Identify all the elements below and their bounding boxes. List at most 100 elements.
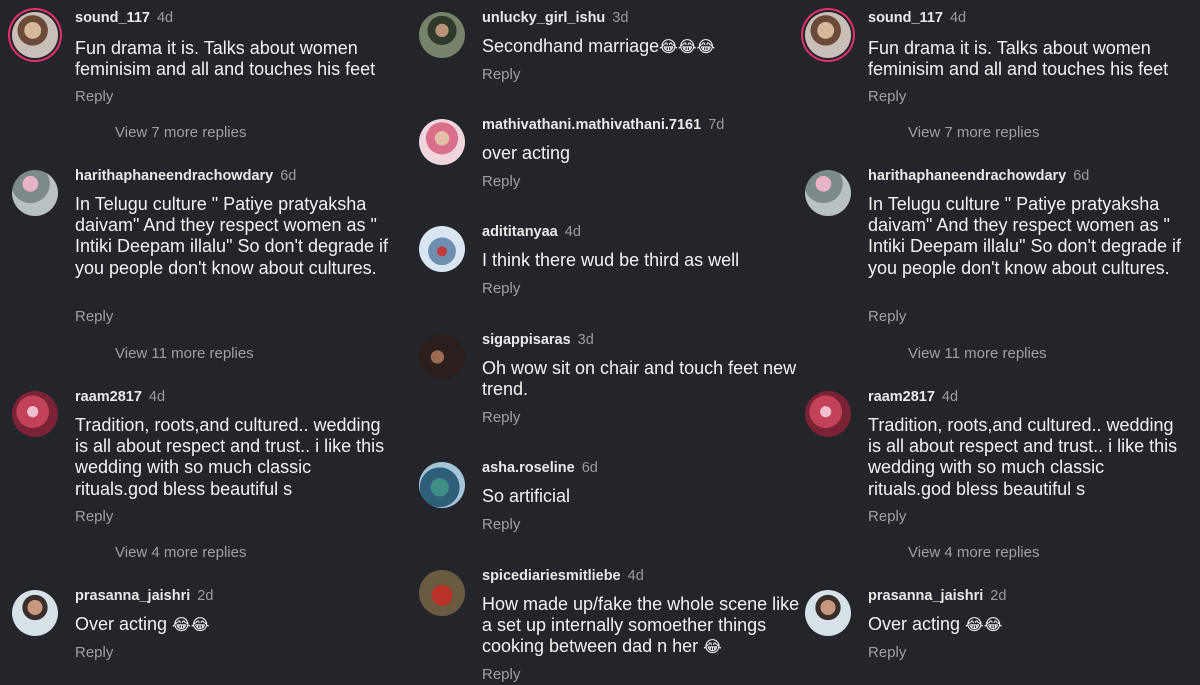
comment-meta: adititanyaa 4d — [482, 224, 581, 240]
username[interactable]: spicediariesmitliebe — [482, 568, 621, 584]
username[interactable]: raam2817 — [75, 389, 142, 405]
comment-text: I think there wud be third as well — [482, 250, 740, 270]
comment-text-body: Over acting — [75, 614, 173, 634]
avatar[interactable] — [419, 570, 465, 616]
comment-text: over acting — [482, 143, 571, 163]
comment-text: Fun drama it is. Talks about women femin… — [75, 38, 376, 80]
reply-button[interactable]: Reply — [868, 308, 906, 325]
username[interactable]: adititanyaa — [482, 224, 558, 240]
view-more-replies[interactable]: View 7 more replies — [115, 124, 246, 141]
username[interactable]: prasanna_jaishri — [75, 588, 190, 604]
timestamp: 4d — [627, 568, 644, 584]
timestamp: 3d — [612, 10, 629, 26]
comment-text: Over acting 😂😂 — [75, 614, 393, 635]
timestamp: 3d — [577, 332, 594, 348]
avatar[interactable] — [12, 12, 58, 58]
username[interactable]: raam2817 — [868, 389, 935, 405]
reply-button[interactable]: Reply — [75, 508, 113, 525]
username[interactable]: asha.roseline — [482, 460, 575, 476]
avatar[interactable] — [419, 119, 465, 165]
reply-button[interactable]: Reply — [482, 666, 520, 683]
comment-text-body: How made up/fake the whole scene like a … — [482, 594, 800, 657]
comment-text-body: Secondhand marriage — [482, 36, 660, 56]
comment-text: Tradition, roots,and cultured.. wedding … — [868, 415, 1178, 499]
comment-meta: prasanna_jaishri 2d — [868, 588, 1006, 604]
comment-text: In Telugu culture " Patiye pratyaksha da… — [868, 194, 1182, 278]
view-more-replies[interactable]: View 11 more replies — [908, 345, 1047, 362]
comment-text: In Telugu culture " Patiye pratyaksha da… — [75, 194, 389, 278]
avatar[interactable] — [805, 391, 851, 437]
timestamp: 4d — [156, 10, 174, 26]
middle-column: unlucky_girl_ishu 3d Secondhand marriage😂… — [407, 0, 807, 685]
laughing-emoji-icon: 😂😂 — [965, 615, 1003, 634]
reply-button[interactable]: Reply — [75, 644, 113, 661]
timestamp: 6d — [280, 168, 297, 184]
avatar[interactable] — [419, 226, 465, 272]
comment-meta: mathivathani.mathivathani.7161 7d — [482, 117, 724, 133]
right-column: sound_117 4d Fun drama it is. Talks about… — [793, 0, 1193, 685]
reply-button[interactable]: Reply — [75, 88, 113, 105]
comment-meta: sound_117 4d — [868, 10, 966, 26]
reply-button[interactable]: Reply — [868, 88, 906, 105]
avatar[interactable] — [419, 334, 465, 380]
timestamp: 7d — [708, 117, 725, 133]
timestamp: 2d — [990, 588, 1007, 604]
username[interactable]: unlucky_girl_ishu — [482, 10, 605, 26]
avatar[interactable] — [419, 12, 465, 58]
comment-text: Fun drama it is. Talks about women femin… — [868, 38, 1169, 80]
username[interactable]: sigappisaras — [482, 332, 571, 348]
avatar[interactable] — [805, 590, 851, 636]
timestamp: 6d — [581, 460, 598, 476]
username[interactable]: sound_117 — [868, 10, 943, 26]
comment-meta: raam2817 4d — [75, 389, 165, 405]
reply-button[interactable]: Reply — [482, 516, 520, 533]
timestamp: 6d — [1073, 168, 1090, 184]
laughing-emoji-icon: 😂😂😂 — [659, 37, 716, 56]
reply-button[interactable]: Reply — [482, 280, 520, 297]
username[interactable]: mathivathani.mathivathani.7161 — [482, 117, 701, 133]
reply-button[interactable]: Reply — [868, 644, 906, 661]
laughing-emoji-icon: 😂 — [703, 637, 722, 657]
laughing-emoji-icon: 😂😂 — [172, 615, 210, 634]
comment-meta: asha.roseline 6d — [482, 460, 598, 476]
username[interactable]: harithaphaneendrachowdary — [75, 168, 273, 184]
comment-text: Tradition, roots,and cultured.. wedding … — [75, 415, 385, 499]
timestamp: 4d — [949, 10, 967, 26]
view-more-replies[interactable]: View 11 more replies — [115, 345, 254, 362]
timestamp: 4d — [941, 389, 959, 405]
comment-meta: prasanna_jaishri 2d — [75, 588, 213, 604]
avatar[interactable] — [12, 590, 58, 636]
comment-text: Secondhand marriage😂😂😂 — [482, 36, 800, 57]
comment-meta: harithaphaneendrachowdary 6d — [75, 168, 296, 184]
reply-button[interactable]: Reply — [482, 409, 520, 426]
comment-text: Oh wow sit on chair and touch feet new t… — [482, 358, 797, 400]
comment-meta: unlucky_girl_ishu 3d — [482, 10, 628, 26]
view-more-replies[interactable]: View 7 more replies — [908, 124, 1039, 141]
avatar[interactable] — [805, 170, 851, 216]
timestamp: 4d — [564, 224, 581, 240]
username[interactable]: sound_117 — [75, 10, 150, 26]
reply-button[interactable]: Reply — [482, 173, 520, 190]
avatar[interactable] — [12, 391, 58, 437]
comment-text: Over acting 😂😂 — [868, 614, 1186, 635]
timestamp: 2d — [197, 588, 214, 604]
left-column: sound_117 4d Fun drama it is. Talks about… — [0, 0, 400, 685]
comment-meta: sound_117 4d — [75, 10, 173, 26]
avatar[interactable] — [805, 12, 851, 58]
comment-text-body: Over acting — [868, 614, 966, 634]
comment-text: So artificial — [482, 486, 571, 506]
comment-meta: raam2817 4d — [868, 389, 958, 405]
avatar[interactable] — [12, 170, 58, 216]
view-more-replies[interactable]: View 4 more replies — [115, 544, 246, 561]
comment-text: How made up/fake the whole scene like a … — [482, 594, 800, 658]
comment-meta: spicediariesmitliebe 4d — [482, 568, 644, 584]
view-more-replies[interactable]: View 4 more replies — [908, 544, 1039, 561]
username[interactable]: harithaphaneendrachowdary — [868, 168, 1066, 184]
comment-meta: harithaphaneendrachowdary 6d — [868, 168, 1089, 184]
reply-button[interactable]: Reply — [482, 66, 520, 83]
username[interactable]: prasanna_jaishri — [868, 588, 983, 604]
reply-button[interactable]: Reply — [75, 308, 113, 325]
comment-meta: sigappisaras 3d — [482, 332, 594, 348]
avatar[interactable] — [419, 462, 465, 508]
reply-button[interactable]: Reply — [868, 508, 906, 525]
